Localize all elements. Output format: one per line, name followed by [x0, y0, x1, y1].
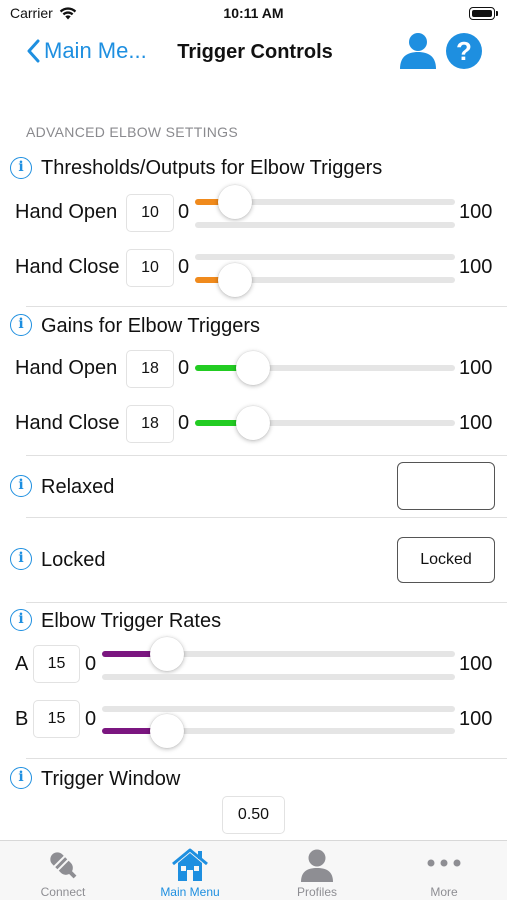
rate-b-value[interactable]: 15 [33, 700, 80, 738]
page-title: Trigger Controls [177, 41, 333, 63]
tab-main-menu[interactable]: Main Menu [127, 841, 253, 900]
info-icon[interactable]: i [10, 157, 32, 179]
trigger-window-value[interactable]: 0.50 [222, 796, 285, 834]
tab-profiles[interactable]: Profiles [254, 841, 380, 900]
relaxed-label: Relaxed [41, 476, 115, 498]
tab-label: Main Menu [160, 885, 220, 899]
rate-a-min: 0 [85, 653, 97, 675]
gains-heading: Gains for Elbow Triggers [41, 315, 260, 337]
slider-thumb[interactable] [217, 263, 252, 297]
threshold-hand-close-value[interactable]: 10 [126, 249, 174, 287]
rates-heading: Elbow Trigger Rates [41, 610, 222, 632]
gain-hand-open-slider[interactable] [195, 351, 455, 385]
threshold-hand-open-min: 0 [178, 201, 190, 223]
help-icon[interactable]: ? [446, 33, 482, 69]
tab-more[interactable]: More [381, 841, 507, 900]
rate-b-output-track [102, 706, 455, 712]
threshold-hand-open-output-track [195, 222, 455, 228]
gain-hand-open-label: Hand Open [15, 357, 118, 379]
threshold-hand-close-max: 100 [459, 256, 493, 278]
rate-a-label: A [15, 653, 29, 675]
relaxed-button[interactable] [397, 462, 495, 510]
rate-a-max: 100 [459, 653, 493, 675]
threshold-hand-open-label: Hand Open [15, 201, 118, 223]
home-icon [172, 848, 208, 881]
thresholds-heading: Thresholds/Outputs for Elbow Triggers [41, 157, 383, 179]
more-icon [427, 859, 461, 867]
rate-a-output-track [102, 674, 455, 680]
tab-label: Profiles [296, 885, 337, 899]
slider-thumb[interactable] [217, 185, 252, 219]
rate-a-slider[interactable] [102, 637, 455, 671]
gain-hand-close-label: Hand Close [15, 412, 120, 434]
threshold-hand-open-slider[interactable] [195, 185, 455, 219]
locked-label: Locked [41, 549, 106, 571]
gain-hand-close-min: 0 [178, 412, 190, 434]
rate-b-max: 100 [459, 708, 493, 730]
threshold-hand-close-min: 0 [178, 256, 190, 278]
threshold-hand-close-output-track [195, 254, 455, 260]
section-caption: ADVANCED ELBOW SETTINGS [26, 124, 239, 140]
rate-b-min: 0 [85, 708, 97, 730]
gain-hand-open-max: 100 [459, 357, 493, 379]
gain-hand-close-max: 100 [459, 412, 493, 434]
info-icon[interactable]: i [10, 609, 32, 631]
slider-thumb[interactable] [149, 637, 184, 671]
gain-hand-open-value[interactable]: 18 [126, 350, 174, 388]
rate-b-label: B [15, 708, 29, 730]
chevron-left-icon [27, 39, 40, 63]
tab-label: Connect [40, 885, 86, 899]
divider [26, 602, 507, 603]
user-icon[interactable] [398, 30, 438, 70]
rate-b-slider[interactable] [102, 714, 455, 748]
locked-button[interactable]: Locked [397, 537, 495, 583]
divider [26, 455, 507, 456]
threshold-hand-close-label: Hand Close [15, 256, 120, 278]
divider [26, 306, 507, 307]
threshold-hand-open-max: 100 [459, 201, 493, 223]
threshold-hand-open-value[interactable]: 10 [126, 194, 174, 232]
tab-connect[interactable]: Connect [0, 841, 126, 900]
tab-label: More [430, 885, 458, 899]
trigger-window-heading: Trigger Window [41, 768, 181, 790]
slider-thumb[interactable] [149, 714, 184, 748]
slider-thumb[interactable] [235, 406, 270, 440]
slider-thumb[interactable] [235, 351, 270, 385]
divider [26, 758, 507, 759]
info-icon[interactable]: i [10, 548, 32, 570]
gain-hand-open-min: 0 [178, 357, 190, 379]
back-label: Main Me... [44, 38, 147, 63]
status-time: 10:11 AM [223, 5, 284, 21]
rate-a-value[interactable]: 15 [33, 645, 80, 683]
connect-icon [50, 852, 77, 879]
gain-hand-close-value[interactable]: 18 [126, 405, 174, 443]
divider [26, 517, 507, 518]
profile-icon [301, 849, 333, 882]
tab-bar: Connect Main Menu Profiles More [0, 840, 507, 900]
info-icon[interactable]: i [10, 767, 32, 789]
info-icon[interactable]: i [10, 475, 32, 497]
threshold-hand-close-slider[interactable] [195, 263, 455, 297]
battery-icon [469, 7, 498, 20]
back-button[interactable]: Main Me... [26, 38, 147, 64]
info-icon[interactable]: i [10, 314, 32, 336]
gain-hand-close-slider[interactable] [195, 406, 455, 440]
